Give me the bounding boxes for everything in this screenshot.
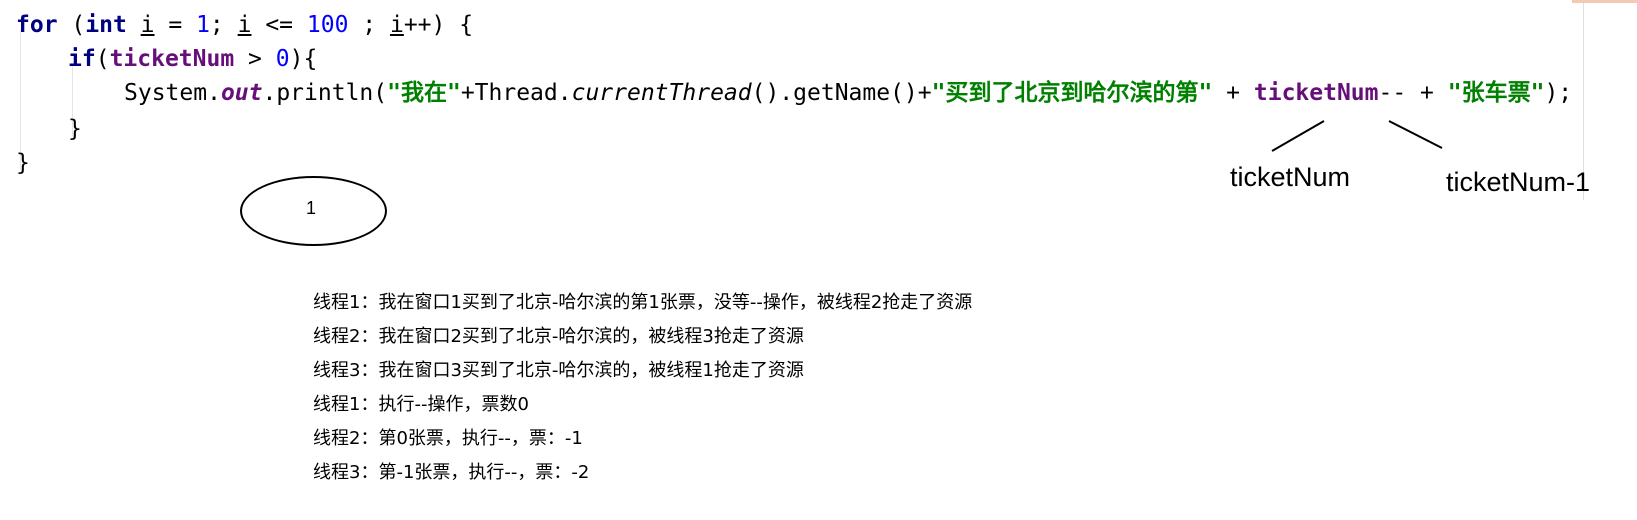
thread-notes: 线程1：我在窗口1买到了北京-哈尔滨的第1张票，没等--操作，被线程2抢走了资源… [313,286,972,490]
ellipse-label: 1 [305,198,316,218]
note-line: 线程3：我在窗口3买到了北京-哈尔滨的，被线程1抢走了资源 [313,360,804,381]
arrow-line-right [1388,120,1443,149]
annotation-ticketnum: ticketNum [1230,162,1351,192]
note-line: 线程3：第-1张票，执行--，票：-2 [313,462,590,483]
note-line: 线程2：我在窗口2买到了北京-哈尔滨的，被线程3抢走了资源 [313,326,804,347]
corner-highlight [1572,0,1637,3]
arrow-line-left [1271,120,1325,152]
note-line: 线程1：我在窗口1买到了北京-哈尔滨的第1张票，没等--操作，被线程2抢走了资源 [313,292,973,313]
annotation-ticketnum-minus-one: ticketNum-1 [1446,167,1591,197]
note-line: 线程2：第0张票，执行--，票：-1 [313,428,583,449]
note-line: 线程1：执行--操作，票数0 [313,394,529,415]
